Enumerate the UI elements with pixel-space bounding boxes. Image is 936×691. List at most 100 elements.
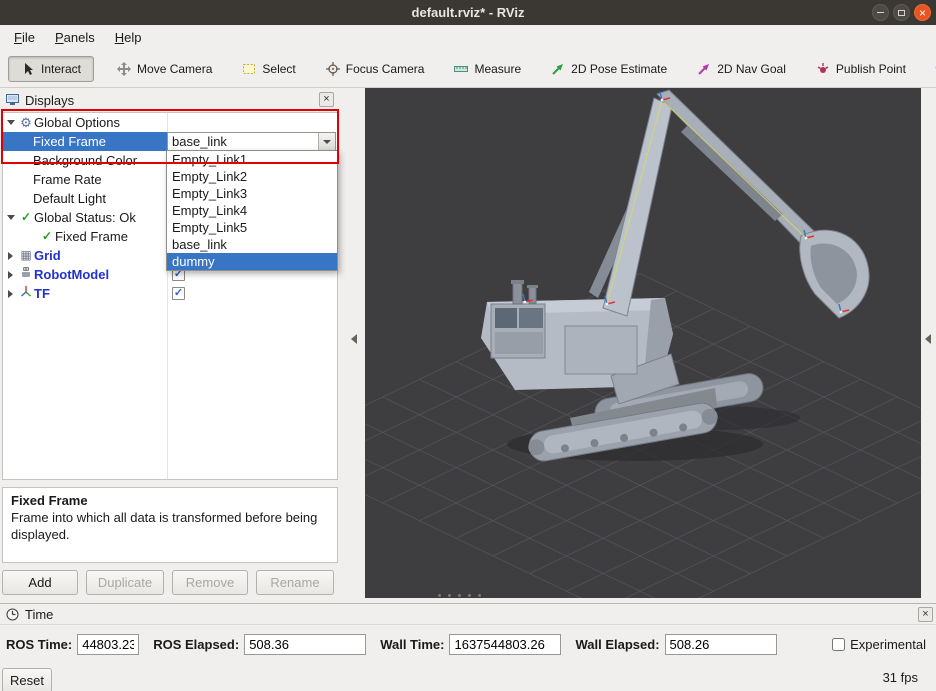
wall-elapsed-label: Wall Elapsed: bbox=[575, 636, 660, 652]
dropdown-option[interactable]: Empty_Link4 bbox=[167, 202, 337, 219]
pose-estimate-tool-button[interactable]: 2D Pose Estimate bbox=[544, 56, 674, 82]
tf-label: TF bbox=[34, 286, 50, 301]
help-title: Fixed Frame bbox=[11, 493, 88, 508]
window-controls: × bbox=[872, 4, 931, 21]
displays-panel: Displays × Global Options Fixed Frame bbox=[0, 88, 345, 603]
dropdown-option[interactable]: Empty_Link3 bbox=[167, 185, 337, 202]
tf-axes-icon bbox=[18, 284, 34, 303]
time-panel-header[interactable]: Time × bbox=[0, 604, 936, 625]
experimental-checkbox[interactable] bbox=[832, 637, 846, 651]
interact-cursor-icon bbox=[25, 62, 33, 75]
select-tool-button[interactable]: Select bbox=[235, 56, 302, 82]
focus-camera-label: Focus Camera bbox=[345, 61, 425, 76]
tree-row-fixed-frame[interactable]: Fixed Frame base_link bbox=[3, 132, 337, 151]
add-tool-button[interactable]: + bbox=[929, 59, 936, 78]
toolbar: Interact Move Camera Select Focus Camera… bbox=[0, 50, 936, 88]
add-button[interactable]: Add bbox=[2, 570, 78, 595]
horizontal-splitter-handle[interactable] bbox=[438, 594, 481, 597]
expander-closed-icon[interactable] bbox=[3, 251, 18, 260]
fixed-frame-dropdown: Empty_Link1 Empty_Link2 Empty_Link3 Empt… bbox=[166, 150, 338, 271]
publish-point-label: Publish Point bbox=[835, 61, 906, 76]
move-camera-label: Move Camera bbox=[137, 61, 213, 76]
dropdown-option[interactable]: Empty_Link1 bbox=[167, 151, 337, 168]
focus-camera-tool-button[interactable]: Focus Camera bbox=[319, 56, 432, 82]
time-panel: Time × ROS Time: ROS Elapsed: Wall Time:… bbox=[0, 603, 936, 691]
move-camera-icon bbox=[117, 61, 132, 76]
remove-button[interactable]: Remove bbox=[172, 570, 248, 595]
expander-closed-icon[interactable] bbox=[3, 270, 18, 279]
3d-viewport[interactable] bbox=[271, 88, 936, 627]
expander-open-icon[interactable] bbox=[3, 215, 18, 220]
rviz-window: default.rviz* - RViz × File Panels Help … bbox=[0, 0, 936, 691]
rename-button[interactable]: Rename bbox=[256, 570, 334, 595]
pose-estimate-arrow-icon bbox=[552, 63, 564, 75]
ros-elapsed-label: ROS Elapsed: bbox=[153, 636, 240, 652]
expander-open-icon[interactable] bbox=[3, 120, 18, 125]
menu-panels[interactable]: Panels bbox=[45, 27, 105, 48]
publish-point-tool-button[interactable]: Publish Point bbox=[809, 56, 913, 82]
fixed-frame-combo[interactable]: base_link bbox=[167, 132, 336, 151]
close-icon: × bbox=[922, 608, 929, 620]
chevron-down-icon bbox=[323, 139, 331, 144]
tree-row-tf[interactable]: TF ✓ bbox=[3, 284, 337, 303]
fixed-frame-combo-value: base_link bbox=[172, 134, 227, 149]
measure-tool-button[interactable]: Measure bbox=[447, 56, 528, 82]
default-light-label: Default Light bbox=[33, 191, 106, 206]
time-fields: ROS Time: ROS Elapsed: Wall Time: Wall E… bbox=[0, 631, 936, 657]
clock-icon bbox=[6, 608, 19, 620]
status-ok-check-icon: ✓ bbox=[20, 210, 32, 224]
global-status-label: Global Status: Ok bbox=[34, 210, 136, 225]
ros-time-label: ROS Time: bbox=[6, 636, 73, 652]
ros-time-input[interactable] bbox=[77, 633, 140, 655]
maximize-icon bbox=[898, 9, 905, 16]
dropdown-option[interactable]: Empty_Link5 bbox=[167, 219, 337, 236]
titlebar[interactable]: default.rviz* - RViz × bbox=[0, 0, 936, 25]
menu-file[interactable]: File bbox=[4, 27, 45, 48]
maximize-button[interactable] bbox=[893, 4, 910, 21]
duplicate-button[interactable]: Duplicate bbox=[86, 570, 164, 595]
select-label: Select bbox=[262, 61, 296, 76]
right-splitter-strip[interactable] bbox=[921, 88, 936, 603]
reset-button[interactable]: Reset bbox=[2, 668, 52, 691]
publish-point-icon bbox=[817, 62, 829, 73]
splitter-collapse-left[interactable] bbox=[351, 334, 357, 344]
frame-rate-label: Frame Rate bbox=[33, 172, 102, 187]
tree-row-global-options[interactable]: Global Options bbox=[3, 113, 337, 132]
time-panel-close-button[interactable]: × bbox=[918, 607, 933, 622]
menu-help[interactable]: Help bbox=[105, 27, 152, 48]
displays-close-button[interactable]: × bbox=[319, 92, 334, 107]
help-body: Frame into which all data is transformed… bbox=[11, 509, 318, 542]
dropdown-option-selected[interactable]: dummy bbox=[167, 253, 337, 270]
minimize-button[interactable] bbox=[872, 4, 889, 21]
main-area: Displays × Global Options Fixed Frame bbox=[0, 88, 936, 627]
nav-goal-arrow-icon bbox=[698, 63, 710, 75]
dropdown-option[interactable]: base_link bbox=[167, 236, 337, 253]
display-enabled-checkbox[interactable]: ✓ bbox=[172, 287, 185, 300]
displays-panel-icon bbox=[6, 94, 19, 105]
splitter-collapse-right[interactable] bbox=[925, 334, 931, 344]
wall-elapsed-input[interactable] bbox=[664, 633, 777, 655]
ros-elapsed-input[interactable] bbox=[244, 633, 367, 655]
background-color-label: Background Color bbox=[33, 153, 138, 168]
move-camera-tool-button[interactable]: Move Camera bbox=[110, 56, 219, 82]
nav-goal-tool-button[interactable]: 2D Nav Goal bbox=[690, 56, 793, 82]
wall-time-label: Wall Time: bbox=[380, 636, 445, 652]
combo-dropdown-button[interactable] bbox=[318, 133, 335, 150]
interact-label: Interact bbox=[41, 61, 82, 76]
experimental-label: Experimental bbox=[850, 636, 926, 652]
measure-label: Measure bbox=[474, 61, 522, 76]
interact-tool-button[interactable]: Interact bbox=[8, 55, 95, 82]
close-button[interactable]: × bbox=[914, 4, 931, 21]
wall-time-input[interactable] bbox=[449, 633, 562, 655]
focus-camera-icon bbox=[325, 61, 340, 76]
displays-close-icon: × bbox=[323, 93, 330, 105]
pose-estimate-label: 2D Pose Estimate bbox=[571, 61, 668, 76]
displays-panel-header[interactable]: Displays × bbox=[0, 88, 345, 112]
global-options-label: Global Options bbox=[34, 115, 120, 130]
viewport-canvas bbox=[271, 88, 936, 627]
select-icon bbox=[243, 63, 256, 74]
fixed-frame-label: Fixed Frame bbox=[33, 134, 106, 149]
grid-display-icon bbox=[18, 246, 34, 265]
expander-closed-icon[interactable] bbox=[3, 289, 18, 298]
dropdown-option[interactable]: Empty_Link2 bbox=[167, 168, 337, 185]
